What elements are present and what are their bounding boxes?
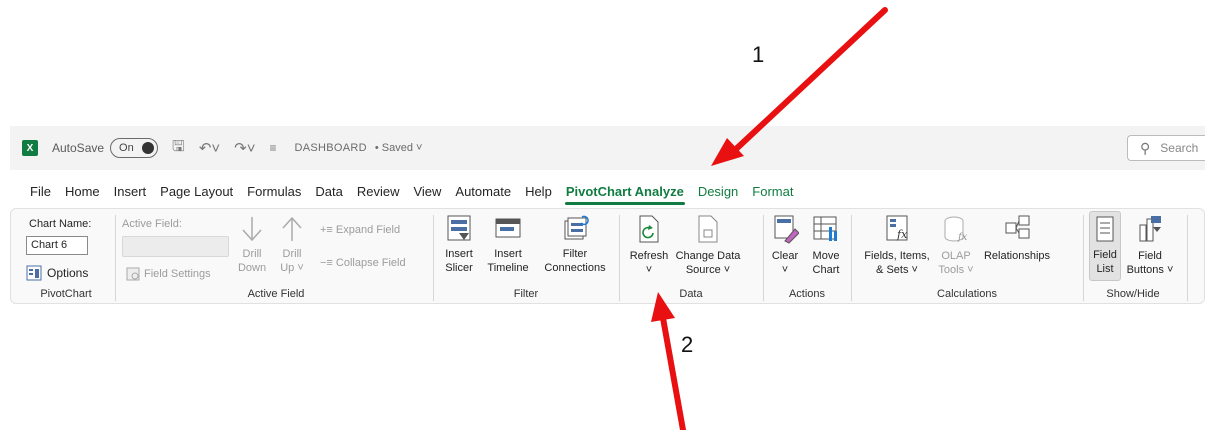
annotation-arrow-2 bbox=[651, 292, 686, 430]
annotation-arrows bbox=[651, 7, 888, 430]
annotation-arrow-1 bbox=[711, 7, 888, 166]
